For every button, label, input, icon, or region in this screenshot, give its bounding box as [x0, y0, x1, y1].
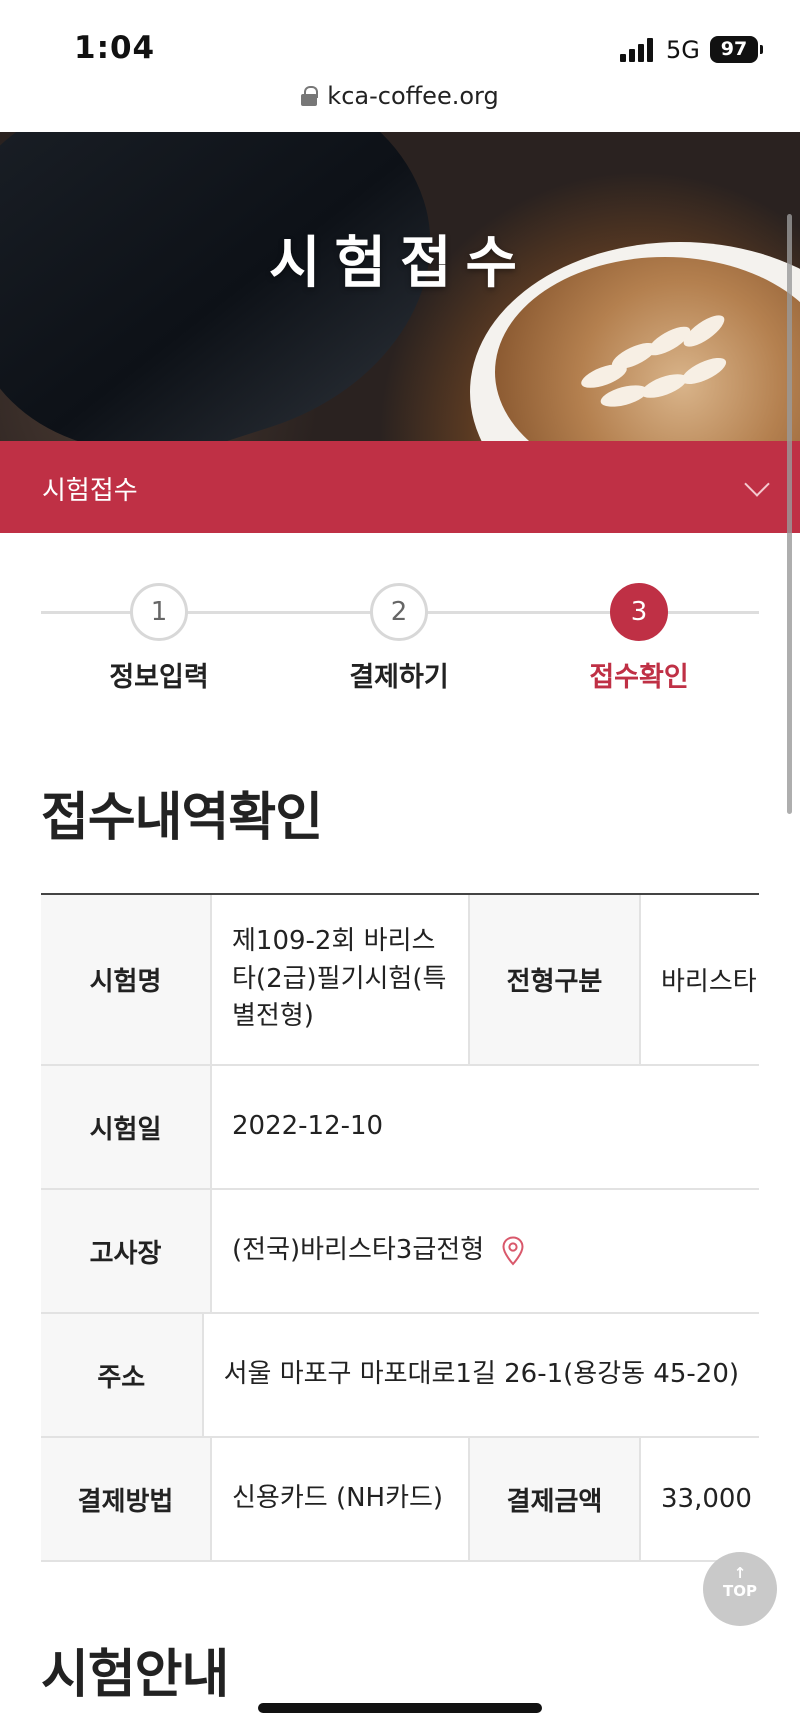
step-2-label: 결제하기: [349, 662, 449, 693]
payment-amount-value: 33,000: [661, 1484, 752, 1514]
step-3-number: 3: [610, 583, 668, 641]
step-1: 1 정보입력: [79, 583, 239, 694]
scroll-top-button[interactable]: ↑ TOP: [703, 1552, 777, 1626]
network-label: 5G: [666, 36, 700, 64]
venue-label: 고사장: [41, 1190, 212, 1312]
step-1-label: 정보입력: [109, 662, 209, 693]
exam-date-value: 2022-12-10: [232, 1111, 384, 1142]
registration-table: 시험명 제109-2회 바리스타(2급)필기시험(특별전형) 전형구분 바리스타…: [41, 893, 759, 1562]
progress-stepper: 1 정보입력 2 결제하기 3 접수확인: [41, 583, 759, 703]
latte-art-image: [570, 307, 770, 427]
arrow-up-icon: ↑: [733, 1564, 747, 1582]
exam-date-label: 시험일: [41, 1066, 212, 1188]
address-label: 주소: [41, 1314, 204, 1436]
payment-method-label: 결제방법: [41, 1438, 212, 1560]
status-bar: 1:04 5G 97: [0, 0, 800, 92]
section-dropdown[interactable]: 시험접수: [0, 441, 800, 533]
section-dropdown-label: 시험접수: [42, 476, 138, 506]
url-bar[interactable]: kca-coffee.org: [0, 82, 800, 122]
step-1-number: 1: [130, 583, 188, 641]
page-title: 접수내역확인: [41, 788, 323, 848]
lock-icon: [301, 86, 319, 106]
step-3: 3 접수확인: [559, 583, 719, 694]
hero-title: 시험접수: [268, 231, 532, 296]
hero-banner: 시험접수: [0, 132, 800, 441]
home-indicator[interactable]: [258, 1703, 542, 1713]
selection-type-label: 전형구분: [470, 895, 641, 1064]
table-row: 시험명 제109-2회 바리스타(2급)필기시험(특별전형) 전형구분 바리스타: [41, 895, 759, 1066]
table-row: 고사장 (전국)바리스타3급전형: [41, 1190, 759, 1314]
step-2: 2 결제하기: [319, 583, 479, 694]
venue-value: (전국)바리스타3급전형: [232, 1235, 485, 1266]
signal-icon: [620, 38, 656, 62]
top-button-label: TOP: [723, 1582, 757, 1600]
selection-type-value: 바리스타: [661, 967, 757, 997]
battery-nub: [760, 45, 763, 54]
exam-name-label: 시험명: [41, 895, 212, 1064]
map-pin-icon[interactable]: [498, 1236, 528, 1266]
status-time: 1:04: [74, 30, 156, 66]
step-3-label: 접수확인: [589, 662, 689, 693]
table-row: 결제방법 신용카드 (NH카드) 결제금액 33,000: [41, 1438, 759, 1562]
exam-name-value: 제109-2회 바리스타(2급)필기시험(특별전형): [212, 895, 470, 1064]
payment-amount-label: 결제금액: [470, 1438, 641, 1560]
scrollbar[interactable]: [787, 214, 792, 814]
url-text: kca-coffee.org: [327, 82, 499, 110]
table-row: 주소 서울 마포구 마포대로1길 26-1(용강동 45-20): [41, 1314, 759, 1438]
step-2-number: 2: [370, 583, 428, 641]
address-value: 서울 마포구 마포대로1길 26-1(용강동 45-20): [223, 1359, 739, 1390]
battery-icon: 97: [710, 36, 758, 63]
chevron-down-icon[interactable]: [744, 471, 770, 497]
exam-guide-title: 시험안내: [41, 1645, 229, 1705]
payment-method-value: 신용카드 (NH카드): [212, 1438, 470, 1560]
venue-cell: (전국)바리스타3급전형: [212, 1190, 759, 1312]
table-row: 시험일 2022-12-10: [41, 1066, 759, 1190]
